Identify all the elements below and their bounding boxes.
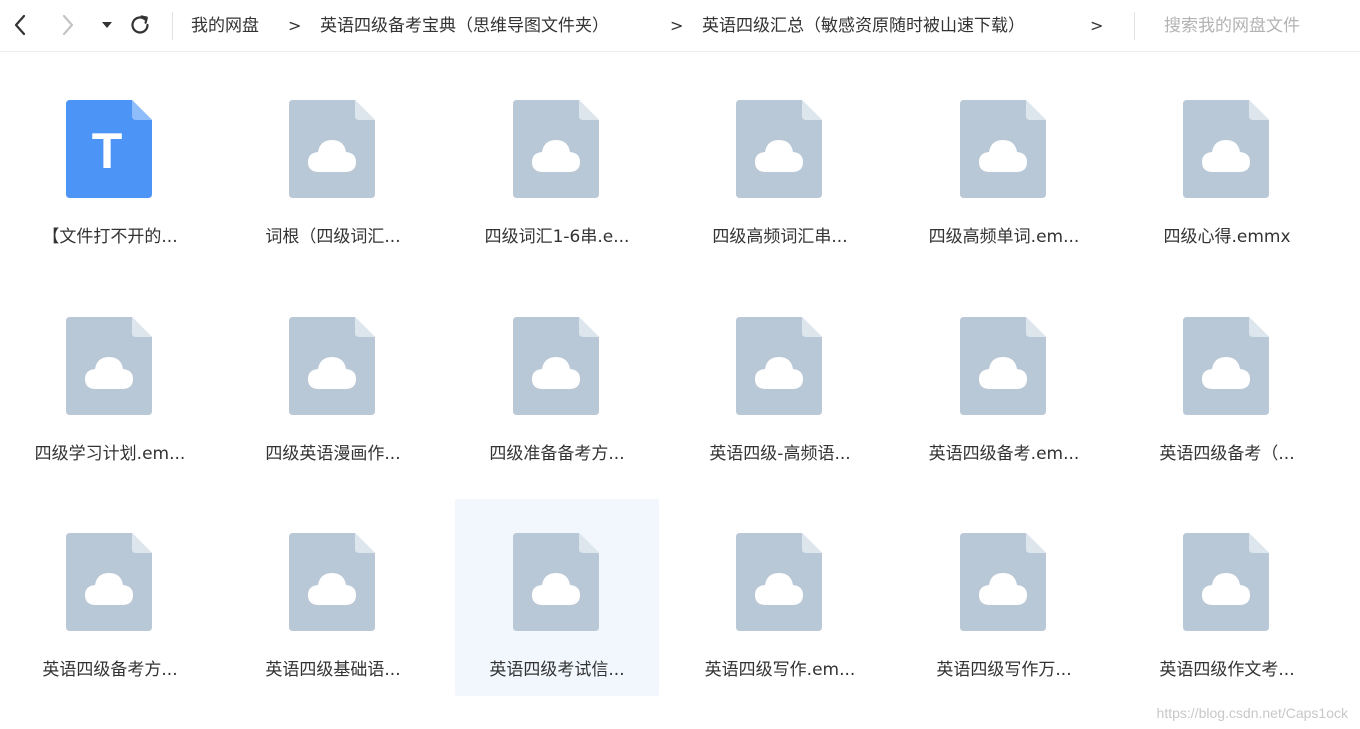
file-name: 四级高频词汇串... xyxy=(712,227,848,247)
file-name: 四级词汇1-6串.e... xyxy=(484,227,630,247)
file-name: 英语四级备考.em... xyxy=(928,444,1080,464)
file-item[interactable]: 英语四级考试信... xyxy=(455,499,659,696)
cloud-file-icon xyxy=(736,533,822,631)
file-item[interactable]: 英语四级写作.em... xyxy=(678,499,882,696)
refresh-button[interactable] xyxy=(126,10,154,40)
cloud-file-icon xyxy=(1183,533,1269,631)
file-item[interactable]: T 【文件打不开的... xyxy=(8,66,212,263)
cloud-file-icon xyxy=(66,317,152,415)
cloud-file-icon xyxy=(289,317,375,415)
file-item[interactable]: 四级高频单词.em... xyxy=(902,66,1106,263)
file-item[interactable]: 英语四级作文考... xyxy=(1125,499,1329,696)
file-item[interactable]: 英语四级-高频语... xyxy=(678,283,882,480)
svg-text:T: T xyxy=(92,123,123,179)
file-item[interactable]: 四级学习计划.em... xyxy=(8,283,212,480)
cloud-file-icon xyxy=(960,100,1046,198)
file-name: 四级学习计划.em... xyxy=(34,444,186,464)
file-name: 【文件打不开的... xyxy=(42,227,178,247)
file-item[interactable]: 英语四级备考.em... xyxy=(902,283,1106,480)
cloud-file-icon xyxy=(960,533,1046,631)
file-name: 四级英语漫画作... xyxy=(265,444,401,464)
back-button[interactable] xyxy=(6,10,34,40)
breadcrumb-item-root[interactable]: 我的网盘 xyxy=(191,14,259,38)
file-item[interactable]: 四级心得.emmx xyxy=(1125,66,1329,263)
file-item[interactable]: 四级准备备考方... xyxy=(455,283,659,480)
file-name: 四级心得.emmx xyxy=(1163,227,1291,247)
cloud-file-icon xyxy=(960,317,1046,415)
cloud-file-icon xyxy=(736,100,822,198)
breadcrumb-separator: > xyxy=(1090,16,1104,35)
file-name: 英语四级作文考... xyxy=(1159,660,1295,680)
file-item[interactable]: 英语四级备考（... xyxy=(1125,283,1329,480)
breadcrumb-separator: > xyxy=(288,16,302,35)
file-name: 英语四级备考（... xyxy=(1159,444,1295,464)
breadcrumb-separator: > xyxy=(670,16,684,35)
file-name: 词根（四级词汇... xyxy=(265,227,401,247)
file-name: 英语四级考试信... xyxy=(489,660,625,680)
file-name: 英语四级写作万... xyxy=(936,660,1072,680)
cloud-file-icon xyxy=(736,317,822,415)
cloud-file-icon xyxy=(66,533,152,631)
cloud-file-icon xyxy=(513,533,599,631)
file-item[interactable]: 英语四级备考方... xyxy=(8,499,212,696)
file-name: 四级准备备考方... xyxy=(489,444,625,464)
cloud-file-icon xyxy=(289,100,375,198)
file-item[interactable]: 四级英语漫画作... xyxy=(231,283,435,480)
file-item[interactable]: 四级词汇1-6串.e... xyxy=(455,66,659,263)
file-name: 英语四级-高频语... xyxy=(709,444,851,464)
breadcrumb-item-folder[interactable]: 英语四级备考宝典（思维导图文件夹） xyxy=(320,14,609,38)
file-item[interactable]: 词根（四级词汇... xyxy=(231,66,435,263)
watermark: https://blog.csdn.net/Caps1ock xyxy=(1156,705,1348,721)
text-file-icon: T xyxy=(66,100,152,198)
cloud-file-icon xyxy=(513,100,599,198)
file-item[interactable]: 英语四级写作万... xyxy=(902,499,1106,696)
history-dropdown-button[interactable] xyxy=(98,10,116,40)
file-name: 英语四级备考方... xyxy=(42,660,178,680)
refresh-icon xyxy=(131,15,149,34)
navigation-bar: 我的网盘 > 英语四级备考宝典（思维导图文件夹） > 英语四级汇总（敏感资原随时… xyxy=(0,0,1360,52)
chevron-left-icon xyxy=(14,14,26,36)
caret-down-icon xyxy=(102,22,112,28)
cloud-file-icon xyxy=(1183,317,1269,415)
cloud-file-icon xyxy=(1183,100,1269,198)
cloud-file-icon xyxy=(289,533,375,631)
chevron-right-icon xyxy=(62,14,74,36)
breadcrumb-item-current[interactable]: 英语四级汇总（敏感资原随时被山速下载） xyxy=(702,14,1025,38)
file-name: 英语四级基础语... xyxy=(265,660,401,680)
search-divider xyxy=(1134,12,1135,40)
search-input[interactable] xyxy=(1148,12,1348,40)
file-item[interactable]: 四级高频词汇串... xyxy=(678,66,882,263)
file-name: 英语四级写作.em... xyxy=(704,660,856,680)
file-item[interactable]: 英语四级基础语... xyxy=(231,499,435,696)
forward-button[interactable] xyxy=(54,10,82,40)
file-name: 四级高频单词.em... xyxy=(928,227,1080,247)
toolbar-divider xyxy=(172,12,173,40)
cloud-file-icon xyxy=(513,317,599,415)
